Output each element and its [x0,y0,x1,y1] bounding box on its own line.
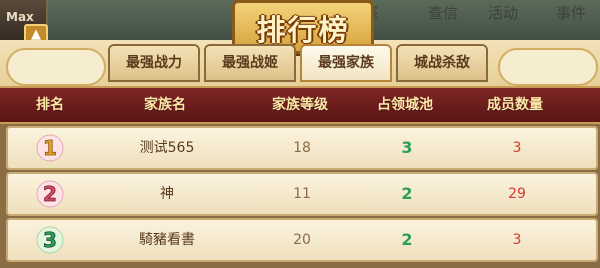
occupied-cities: 2 [401,184,413,203]
bottom-edge [0,262,600,268]
rank-3-number: 3 [43,228,57,252]
rank-2-number: 2 [43,182,57,206]
family-level: 20 [293,232,311,248]
member-count: 3 [512,232,522,248]
faint-tab-2: 查信 [428,4,459,22]
col-family-level: 家族等级 [272,97,328,113]
table-header: 排名 家族名 家族等级 占领城池 成员数量 [0,86,600,124]
tab-strongest-family[interactable]: 最强家族 [300,44,392,82]
col-member-count: 成员数量 [487,97,543,113]
page-title: 排行榜 [256,13,350,47]
table-row[interactable]: 1 测试565 18 3 3 [6,126,598,170]
member-count: 29 [508,186,526,202]
tab-strongest-heroine[interactable]: 最强战姬 [204,44,296,82]
family-name: 神 [160,186,174,202]
tab-city-war-kills[interactable]: 城战杀敌 [396,44,488,82]
rank-1-number: 1 [43,136,57,160]
occupied-cities: 2 [401,230,413,249]
faint-tab-3: 活动 [488,4,519,22]
table-row[interactable]: 3 騎豬看書 20 2 3 [6,218,598,262]
occupied-cities: 3 [401,138,413,157]
right-cloud-ornament [498,48,598,86]
tab-strongest-power[interactable]: 最强战力 [108,44,200,82]
member-count: 3 [512,140,522,156]
rank-1-icon: 1 [36,134,64,162]
table-row[interactable]: 2 神 11 2 29 [6,172,598,216]
rank-2-icon: 2 [36,180,64,208]
family-level: 18 [293,140,311,156]
faint-tab-4: 事件 [556,4,587,22]
family-name: 騎豬看書 [139,232,195,248]
max-label: Max [6,10,34,24]
rank-3-icon: 3 [36,226,64,254]
family-level: 11 [293,186,311,202]
col-rank: 排名 [36,97,64,113]
col-occupied-cities: 占领城池 [377,97,433,113]
family-name: 测试565 [139,140,195,156]
left-cloud-ornament [6,48,106,86]
col-family-name: 家族名 [144,97,186,113]
